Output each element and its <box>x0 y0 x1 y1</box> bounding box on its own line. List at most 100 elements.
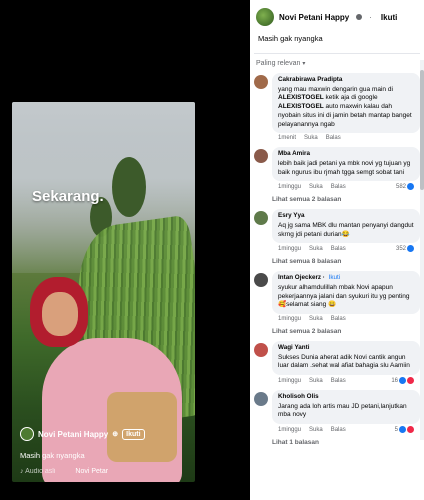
comment-time: 1minggu <box>278 377 302 384</box>
comment-actions: 1minggu Suka Balas <box>272 314 420 324</box>
comment-actions: 1minggu Suka Balas 352 <box>272 243 420 254</box>
like-button[interactable]: Suka <box>309 316 323 322</box>
post-follow-button[interactable]: Ikuti <box>381 13 397 22</box>
comment-text-part: lebih baik jadi petani ya mbk novi yg tu… <box>278 159 411 176</box>
comment-time: 1menit <box>278 135 297 142</box>
comment-item: Esry Yya Aq jg sama MBK dlu mantan penyan… <box>250 207 424 269</box>
comment-text-part: yang mau maxwin dengarin gua main di <box>278 85 393 93</box>
view-replies-link[interactable]: Lihat semua 2 balasan <box>250 326 424 339</box>
commenter-avatar[interactable] <box>254 75 268 89</box>
commenter-name-text: Kholisoh Olis <box>278 393 319 401</box>
chevron-down-icon: ▾ <box>302 61 306 67</box>
comment-time: 1minggu <box>278 183 302 190</box>
like-reaction-icon <box>407 245 414 253</box>
post-author-avatar[interactable] <box>256 8 274 26</box>
comment-time: 1minggu <box>278 316 302 323</box>
reaction-count: 582 <box>395 183 406 190</box>
like-button[interactable]: Suka <box>304 135 318 141</box>
like-button[interactable]: Suka <box>309 427 323 433</box>
commenter-avatar[interactable] <box>254 392 268 407</box>
comments-list: Cakrabirawa Pradipta yang mau maxwin deng… <box>250 71 424 450</box>
reaction-summary[interactable]: 582 <box>395 183 414 191</box>
comment-body: Esry Yya Aq jg sama MBK dlu mantan penyan… <box>272 209 420 254</box>
reply-button[interactable]: Balas <box>331 427 346 433</box>
reaction-count: 16 <box>391 377 398 384</box>
post-header: Novi Petani Happy · Ikuti <box>250 0 424 30</box>
commenter-name-text: Mba Amira <box>278 150 310 158</box>
comment-item: Wagi Yanti Sukses Dunia aherat adik Novi … <box>250 339 424 388</box>
reaction-summary[interactable]: 16 <box>391 377 414 385</box>
media-viewer: Sekarang. Novi Petani Happy ⊕ Ikuti Masi… <box>0 0 250 500</box>
video-author-row: Novi Petani Happy ⊕ Ikuti <box>20 427 145 441</box>
scrollbar-thumb[interactable] <box>420 70 424 190</box>
comment-row: Kholisoh Olis Jarang ada loh artis mau JD… <box>250 388 424 437</box>
like-button[interactable]: Suka <box>309 184 323 190</box>
comment-row: Mba Amira lebih baik jadi petani ya mbk n… <box>250 145 424 194</box>
commenter-avatar[interactable] <box>254 273 268 288</box>
commenter-name[interactable]: Wagi Yanti <box>278 344 414 353</box>
comment-text-part: ALEXISTOGEL <box>278 94 324 102</box>
video-audio-row: ♪ Audio asli Novi Petar <box>20 468 108 475</box>
reply-button[interactable]: Balas <box>331 378 346 384</box>
comment-row: Esry Yya Aq jg sama MBK dlu mantan penyan… <box>250 207 424 256</box>
comment-text: Aq jg sama MBK dlu mantan penyanyi dangd… <box>278 222 414 238</box>
comment-item: Mba Amira lebih baik jadi petani ya mbk n… <box>250 145 424 207</box>
video-audio-author[interactable]: Novi Petar <box>75 468 108 475</box>
video-follow-button[interactable]: Ikuti <box>122 428 145 440</box>
commenter-name-text: Cakrabirawa Pradipta <box>278 76 343 83</box>
commenter-name[interactable]: Cakrabirawa Pradipta <box>278 76 414 85</box>
commenter-avatar[interactable] <box>254 211 268 226</box>
post-author-name[interactable]: Novi Petani Happy <box>279 13 349 22</box>
comment-text: syukur alhamdulillah mbak Novi apapun pe… <box>278 284 410 309</box>
view-replies-link[interactable]: Lihat semua 8 balasan <box>250 256 424 269</box>
globe-icon <box>356 14 363 20</box>
video-audio-label[interactable]: ♪ Audio asli <box>20 468 55 475</box>
commenter-avatar[interactable] <box>254 149 268 164</box>
reaction-count: 5 <box>394 426 398 433</box>
reaction-summary[interactable]: 352 <box>395 245 414 253</box>
comment-item: Intan Ojeckerz · Ikuti syukur alhamdulill… <box>250 269 424 339</box>
commenter-name-text: Wagi Yanti <box>278 344 310 352</box>
reply-button[interactable]: Balas <box>331 184 346 190</box>
commenter-avatar[interactable] <box>254 343 268 358</box>
like-reaction-icon <box>407 183 414 191</box>
comment-text-part: Sukses Dunia aherat adik Novi cantik ang… <box>278 353 410 370</box>
reply-button[interactable]: Balas <box>326 135 341 141</box>
dot-separator: · <box>369 12 372 22</box>
comment-item: Cakrabirawa Pradipta yang mau maxwin deng… <box>250 71 424 145</box>
comment-body: Kholisoh Olis Jarang ada loh artis mau JD… <box>272 390 420 435</box>
commenter-name[interactable]: Intan Ojeckerz · Ikuti <box>278 274 414 283</box>
comment-bubble: Cakrabirawa Pradipta yang mau maxwin deng… <box>272 73 420 134</box>
reaction-summary[interactable]: 5 <box>394 426 414 434</box>
comment-actions: 1menit Suka Balas <box>272 133 420 143</box>
like-button[interactable]: Suka <box>309 246 323 252</box>
sort-dropdown[interactable]: Paling relevan ▾ <box>250 54 424 71</box>
comment-actions: 1minggu Suka Balas 5 <box>272 424 420 435</box>
commenter-name[interactable]: Kholisoh Olis <box>278 393 414 402</box>
like-reaction-icon <box>399 377 406 385</box>
commenter-follow-link[interactable]: Ikuti <box>329 274 341 281</box>
video-player[interactable]: Sekarang. Novi Petani Happy ⊕ Ikuti Masi… <box>12 102 195 482</box>
video-overlay-text: Sekarang. <box>32 188 104 205</box>
video-author-name[interactable]: Novi Petani Happy <box>38 430 108 439</box>
comment-body: Cakrabirawa Pradipta yang mau maxwin deng… <box>272 73 420 143</box>
reply-button[interactable]: Balas <box>331 316 346 322</box>
comment-bubble: Mba Amira lebih baik jadi petani ya mbk n… <box>272 147 420 182</box>
commenter-name[interactable]: Mba Amira <box>278 150 414 159</box>
video-author-avatar[interactable] <box>20 427 34 441</box>
love-reaction-icon <box>407 426 414 434</box>
commenter-name[interactable]: Esry Yya <box>278 212 414 221</box>
view-replies-link[interactable]: Lihat 1 balasan <box>250 437 424 450</box>
reply-button[interactable]: Balas <box>331 246 346 252</box>
view-replies-link[interactable]: Lihat semua 2 balasan <box>250 194 424 207</box>
comment-text: Sukses Dunia aherat adik Novi cantik ang… <box>278 354 410 370</box>
reaction-count: 352 <box>395 245 406 252</box>
comment-time: 1minggu <box>278 245 302 252</box>
comment-text-part: Jarang ada loh artis mau JD petani,lanju… <box>278 402 407 419</box>
comment-bubble: Wagi Yanti Sukses Dunia aherat adik Novi … <box>272 341 420 376</box>
like-button[interactable]: Suka <box>309 378 323 384</box>
comment-row: Intan Ojeckerz · Ikuti syukur alhamdulill… <box>250 269 424 326</box>
comment-text-part: Aq jg sama MBK dlu mantan penyanyi dangd… <box>278 221 414 238</box>
globe-icon: ⊕ <box>112 431 119 438</box>
audio-label-text: Audio asli <box>25 468 56 475</box>
